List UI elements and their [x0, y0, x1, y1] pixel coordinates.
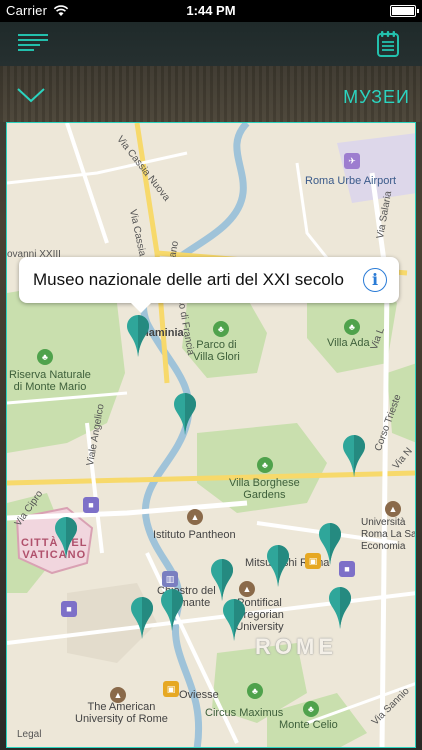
label-roma-urbe-airport: Roma Urbe Airport [305, 175, 397, 187]
notepad-icon[interactable] [376, 30, 400, 58]
museum-pin[interactable] [55, 517, 77, 559]
nav-bar [0, 22, 422, 66]
label-oviesse: Oviesse [179, 689, 219, 701]
label-riserva-monte-mario: Riserva Naturale di Monte Mario [9, 369, 91, 393]
museum-pin[interactable] [161, 589, 183, 631]
museum-icon: ▥ [162, 571, 178, 587]
museum-pin[interactable] [343, 435, 365, 477]
park-icon: ♣ [257, 457, 273, 473]
label-sapienza: Università Roma La Sapienza Economia [361, 517, 416, 552]
section-header: МУЗЕИ [0, 66, 422, 122]
museum-pin[interactable] [174, 393, 196, 435]
chevron-down-icon[interactable] [16, 86, 46, 104]
label-parco-villa-glori: Parco di Villa Glori [193, 339, 240, 363]
university-icon: ▲ [187, 509, 203, 525]
battery-icon [390, 5, 419, 17]
university-icon: ▲ [110, 687, 126, 703]
train-icon: ■ [61, 601, 77, 617]
label-american-university: The American University of Rome [75, 701, 168, 725]
museum-pin[interactable] [131, 597, 153, 639]
legal-link[interactable]: Legal [17, 729, 41, 740]
label-villa-borghese: Villa Borghese Gardens [229, 477, 300, 501]
airport-icon: ✈ [344, 153, 360, 169]
train-icon: ■ [83, 497, 99, 513]
map-view[interactable]: Roma Urbe Airport Parco di Villa Glori V… [6, 122, 416, 748]
museum-pin[interactable] [267, 545, 289, 587]
label-circus-maximus: Circus Maximus [205, 707, 284, 719]
train-icon: ■ [339, 561, 355, 577]
section-title: МУЗЕИ [343, 87, 410, 107]
clock: 1:44 PM [186, 3, 236, 18]
park-icon: ♣ [247, 683, 263, 699]
shopping-icon: ▣ [163, 681, 179, 697]
label-villa-ada: Villa Ada [327, 337, 370, 349]
museum-pin[interactable] [329, 587, 351, 629]
museum-pin[interactable] [127, 315, 149, 357]
park-icon: ♣ [303, 701, 319, 717]
callout-title: Museo nazionale delle arti del XXI secol… [33, 270, 344, 289]
label-monte-celio: Monte Celio [279, 719, 338, 731]
university-icon: ▲ [385, 501, 401, 517]
park-icon: ♣ [37, 349, 53, 365]
screen: Carrier 1:44 PM МУЗЕИ Roma Urbe Airport … [0, 0, 422, 750]
status-bar: Carrier 1:44 PM [0, 0, 422, 22]
museum-pin[interactable] [319, 523, 341, 565]
menu-icon[interactable] [18, 34, 48, 54]
university-icon: ▲ [239, 581, 255, 597]
museum-pin[interactable] [211, 559, 233, 601]
info-icon[interactable]: i [363, 268, 387, 292]
label-istituto-pantheon: Istituto Pantheon [153, 529, 236, 541]
park-icon: ♣ [213, 321, 229, 337]
park-icon: ♣ [344, 319, 360, 335]
museum-pin[interactable] [223, 599, 245, 641]
museum-callout[interactable]: Museo nazionale delle arti del XXI secol… [19, 257, 399, 313]
label-rome: ROME [255, 634, 337, 659]
